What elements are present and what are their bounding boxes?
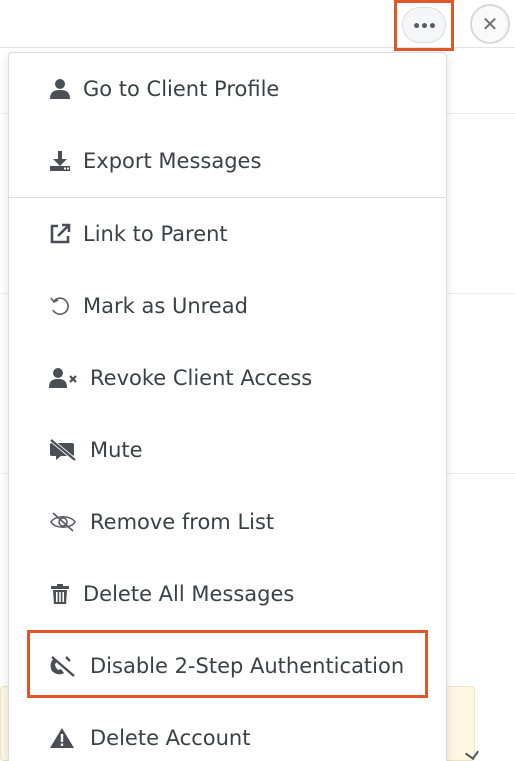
more-options-button[interactable]: ••• xyxy=(402,7,446,43)
menu-item-link-to-parent[interactable]: Link to Parent xyxy=(9,198,446,270)
undo-icon xyxy=(49,294,73,318)
menu-item-label: Link to Parent xyxy=(83,222,228,246)
menu-item-mute[interactable]: Mute xyxy=(9,414,446,486)
menu-item-revoke-client-access[interactable]: Revoke Client Access xyxy=(9,342,446,414)
disable-2fa-highlight xyxy=(27,630,428,698)
ellipsis-icon: ••• xyxy=(412,19,437,35)
menu-item-label: Delete Account xyxy=(90,726,251,750)
menu-item-delete-account[interactable]: Delete Account xyxy=(9,702,446,761)
mute-icon xyxy=(49,438,80,462)
menu-item-label: Remove from List xyxy=(90,510,275,534)
menu-item-delete-all-messages[interactable]: Delete All Messages xyxy=(9,558,446,630)
trash-icon xyxy=(49,582,73,606)
user-icon xyxy=(49,77,73,101)
external-link-icon xyxy=(49,222,73,246)
menu-item-label: Delete All Messages xyxy=(83,582,295,606)
menu-item-remove-from-list[interactable]: Remove from List xyxy=(9,486,446,558)
menu-item-label: Go to Client Profile xyxy=(83,77,280,101)
menu-item-go-to-client-profile[interactable]: Go to Client Profile xyxy=(9,53,446,125)
menu-item-label: Mute xyxy=(90,438,143,462)
menu-item-label: Revoke Client Access xyxy=(90,366,313,390)
close-icon: ✕ xyxy=(481,12,499,36)
page: ••• ✕ Go to Client Profile Export Messag… xyxy=(0,0,515,761)
close-button[interactable]: ✕ xyxy=(470,4,510,44)
eye-slash-icon xyxy=(49,510,80,534)
user-remove-icon xyxy=(49,366,80,390)
warning-icon xyxy=(49,726,80,750)
menu-item-label: Mark as Unread xyxy=(83,294,248,318)
menu-item-export-messages[interactable]: Export Messages xyxy=(9,125,446,197)
menu-item-mark-as-unread[interactable]: Mark as Unread xyxy=(9,270,446,342)
download-icon xyxy=(49,149,73,173)
menu-item-label: Export Messages xyxy=(83,149,262,173)
